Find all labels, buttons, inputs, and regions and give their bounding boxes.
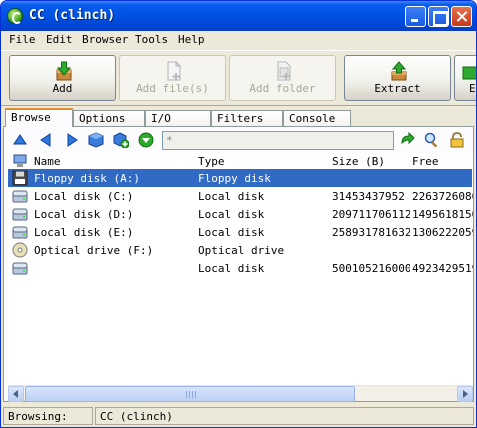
navigation-bar xyxy=(4,127,473,153)
list-item[interactable]: Local disk 500105216000 4923429519 xyxy=(8,259,473,277)
add-file-icon xyxy=(167,61,182,81)
tab-filters[interactable]: Filters xyxy=(211,110,283,126)
drive-type: Local disk xyxy=(198,190,265,203)
main-toolbar: Add Add file(s) Add folder Extract E xyxy=(1,50,476,106)
hard-disk-icon xyxy=(12,226,28,239)
overflow-button[interactable]: E xyxy=(454,55,476,101)
list-item[interactable]: Floppy disk (A:) Floppy disk xyxy=(8,169,472,187)
cc-app-icon xyxy=(7,8,23,24)
add-files-button[interactable]: Add file(s) xyxy=(119,55,226,101)
close-button[interactable] xyxy=(451,6,472,27)
column-size[interactable]: Size (B) xyxy=(332,155,385,168)
dropdown-down-icon[interactable] xyxy=(138,132,154,148)
forward-arrow-icon[interactable] xyxy=(64,132,80,148)
add-folder-icon xyxy=(277,61,291,81)
overflow-tool-icon xyxy=(462,66,476,80)
column-name[interactable]: Name xyxy=(34,155,61,168)
drive-free: 1306222059 xyxy=(412,226,473,239)
list-item[interactable]: Local disk (C:) Local disk 31453437952 2263… xyxy=(8,187,473,205)
tab-console[interactable]: Console xyxy=(283,110,351,126)
drive-name: Local disk (D:) xyxy=(34,208,134,221)
drive-name: Local disk (C:) xyxy=(34,190,134,203)
new-archive-icon[interactable] xyxy=(113,132,129,148)
extract-archive-icon xyxy=(391,61,407,81)
tab-strip: Browse Options I/O Filters Console xyxy=(1,108,476,127)
title-bar[interactable]: CC (clinch) xyxy=(1,1,476,31)
drive-type: Floppy disk xyxy=(198,172,271,185)
list-item[interactable]: Optical drive (F:) Optical drive xyxy=(8,241,472,259)
scroll-right-icon[interactable] xyxy=(457,386,473,402)
horizontal-scrollbar[interactable] xyxy=(8,385,473,402)
search-icon[interactable] xyxy=(424,132,440,148)
back-arrow-icon[interactable] xyxy=(38,132,54,148)
status-value: CC (clinch) xyxy=(95,407,474,425)
extract-label: Extract xyxy=(374,82,421,95)
menu-edit[interactable]: Edit xyxy=(46,33,73,46)
add-label: Add xyxy=(52,82,73,95)
archive-icon[interactable] xyxy=(88,132,104,148)
drive-free: 4923429519 xyxy=(412,262,473,275)
list-item[interactable]: Local disk (D:) Local disk 209711706112 149… xyxy=(8,205,473,223)
scroll-left-icon[interactable] xyxy=(8,386,24,402)
column-free[interactable]: Free xyxy=(412,155,439,168)
tab-io[interactable]: I/O xyxy=(145,110,211,126)
app-window: CC (clinch) File Edit Browser Tools Help… xyxy=(0,0,477,428)
drive-free: 1495618150 xyxy=(412,208,473,221)
browse-panel: Name Type Size (B) Free Floppy disk (A:)… xyxy=(3,126,474,402)
path-filter-input[interactable] xyxy=(162,131,394,150)
status-label: Browsing: xyxy=(3,407,93,425)
drive-free: 2263726080 xyxy=(412,190,473,203)
add-archive-icon xyxy=(56,61,72,81)
menu-bar: File Edit Browser Tools Help xyxy=(1,31,476,49)
add-folder-label: Add folder xyxy=(249,82,316,95)
add-files-label: Add file(s) xyxy=(136,82,209,95)
drive-type: Local disk xyxy=(198,226,265,239)
up-arrow-icon[interactable] xyxy=(12,132,28,148)
list-item[interactable]: Local disk (E:) Local disk 258931781632 130… xyxy=(8,223,473,241)
drive-size: 31453437952 xyxy=(332,190,405,203)
status-bar: Browsing: CC (clinch) xyxy=(1,405,476,427)
computer-icon xyxy=(13,154,27,167)
add-button[interactable]: Add xyxy=(9,55,116,101)
hard-disk-icon xyxy=(12,190,28,203)
drive-size: 500105216000 xyxy=(332,262,410,275)
drive-type: Optical drive xyxy=(198,244,285,257)
drive-list[interactable]: Name Type Size (B) Free Floppy disk (A:)… xyxy=(8,153,473,385)
drive-type: Local disk xyxy=(198,262,265,275)
tab-browse[interactable]: Browse xyxy=(5,108,73,127)
drive-name: Optical drive (F:) xyxy=(34,244,154,257)
floppy-icon xyxy=(12,170,28,186)
hard-disk-icon xyxy=(12,208,28,221)
menu-tools[interactable]: Tools xyxy=(135,33,168,46)
scrollbar-thumb[interactable] xyxy=(25,386,355,402)
menu-file[interactable]: File xyxy=(9,33,36,46)
column-type[interactable]: Type xyxy=(198,155,225,168)
optical-drive-icon xyxy=(12,242,28,258)
lock-icon[interactable] xyxy=(449,132,465,148)
drive-type: Local disk xyxy=(198,208,265,221)
refresh-icon[interactable] xyxy=(399,132,415,148)
menu-help[interactable]: Help xyxy=(178,33,205,46)
minimize-button[interactable] xyxy=(405,6,426,27)
tab-options[interactable]: Options xyxy=(73,110,145,126)
window-title: CC (clinch) xyxy=(29,8,116,23)
drive-name: Floppy disk (A:) xyxy=(34,172,140,185)
list-header: Name Type Size (B) Free xyxy=(8,153,473,169)
extract-button[interactable]: Extract xyxy=(344,55,451,101)
drive-size: 258931781632 xyxy=(332,226,410,239)
menu-browser[interactable]: Browser xyxy=(82,33,128,46)
add-folder-button[interactable]: Add folder xyxy=(229,55,336,101)
maximize-button[interactable] xyxy=(428,6,449,27)
drive-name: Local disk (E:) xyxy=(34,226,134,239)
hard-disk-icon xyxy=(12,262,28,275)
drive-size: 209711706112 xyxy=(332,208,410,221)
overflow-label: E xyxy=(469,82,476,95)
